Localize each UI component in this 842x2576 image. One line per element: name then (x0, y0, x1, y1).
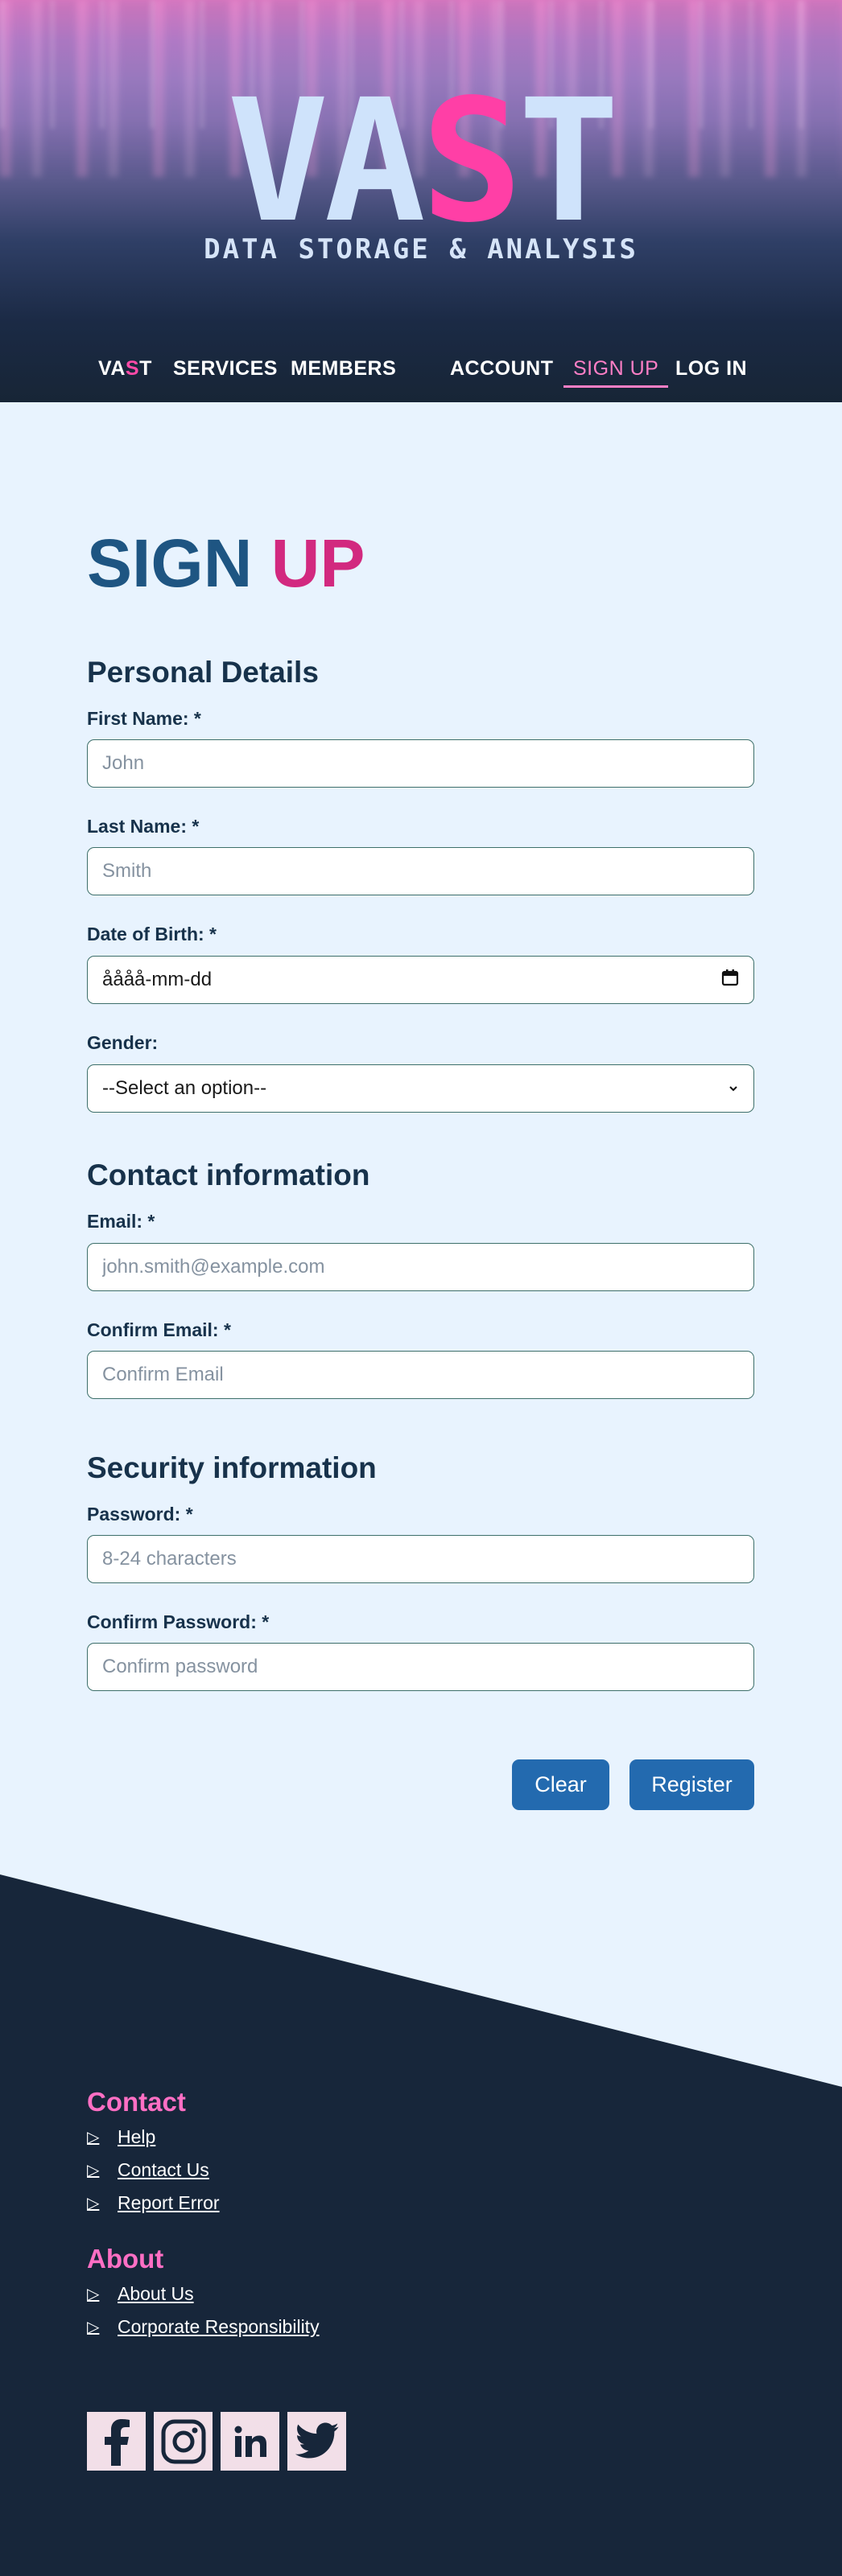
nav-home-text-accent: S (125, 357, 140, 380)
gender-selected-value: --Select an option-- (102, 1077, 267, 1099)
linkedin-icon[interactable] (221, 2412, 279, 2471)
site-tagline: DATA STORAGE & ANALYSIS (204, 233, 638, 265)
twitter-icon[interactable] (287, 2412, 346, 2471)
security-information-heading: Security information (87, 1451, 377, 1484)
calendar-icon[interactable] (721, 969, 739, 992)
logo-text-end: T (518, 63, 619, 260)
facebook-icon[interactable] (87, 2412, 146, 2471)
triangle-bullet-icon: ▷ (87, 2319, 100, 2336)
register-button[interactable]: Register (629, 1759, 754, 1810)
footer-link-contact-us[interactable]: ▷ Contact Us (87, 2159, 209, 2181)
nav-account-link[interactable]: ACCOUNT (450, 357, 554, 381)
nav-home-text-start: VA (98, 357, 126, 380)
password-input[interactable] (87, 1535, 754, 1583)
triangle-bullet-icon: ▷ (87, 2162, 100, 2179)
personal-details-heading: Personal Details (87, 656, 319, 689)
confirm-email-input[interactable] (87, 1351, 754, 1399)
nav-members-link[interactable]: MEMBERS (291, 357, 396, 381)
gender-label: Gender: (87, 1032, 159, 1053)
chevron-down-icon (728, 1077, 739, 1100)
nav-signup-link[interactable]: SIGN UP (563, 357, 669, 388)
logo-text-start: VA (227, 63, 426, 260)
dob-input[interactable]: åååå-mm-dd (87, 956, 754, 1004)
dob-value: åååå-mm-dd (102, 969, 213, 990)
triangle-bullet-icon: ▷ (87, 2195, 100, 2212)
footer-link-corporate-responsibility[interactable]: ▷ Corporate Responsibility (87, 2316, 320, 2338)
triangle-bullet-icon: ▷ (87, 2286, 100, 2303)
triangle-bullet-icon: ▷ (87, 2129, 100, 2146)
page-title: SIGN UP (87, 527, 365, 599)
footer-link-help[interactable]: ▷ Help (87, 2126, 155, 2148)
email-label: Email: * (87, 1211, 155, 1232)
email-input[interactable] (87, 1243, 754, 1291)
nav-login-link[interactable]: LOG IN (675, 357, 747, 381)
footer-contact-heading: Contact (87, 2087, 186, 2117)
password-label: Password: * (87, 1504, 193, 1525)
footer-background (0, 1874, 842, 2576)
site-header: VAST DATA STORAGE & ANALYSIS VAST SERVIC… (0, 0, 842, 402)
dob-label: Date of Birth: * (87, 924, 217, 944)
confirm-password-input[interactable] (87, 1643, 754, 1691)
clear-button[interactable]: Clear (512, 1759, 609, 1810)
footer-link-contact-us-text: Contact Us (118, 2159, 209, 2180)
first-name-input[interactable] (87, 739, 754, 788)
last-name-label: Last Name: * (87, 816, 200, 837)
footer-link-help-text: Help (118, 2126, 156, 2147)
footer-link-report-error[interactable]: ▷ Report Error (87, 2192, 220, 2214)
logo-text-accent: S (421, 63, 522, 260)
footer-link-report-error-text: Report Error (118, 2192, 220, 2213)
gender-select[interactable]: --Select an option-- (87, 1064, 754, 1113)
site-logo: VAST (0, 77, 842, 246)
nav-home-link[interactable]: VAST (98, 357, 152, 381)
page-title-start: SIGN (87, 525, 253, 601)
footer-link-corporate-responsibility-text: Corporate Responsibility (118, 2316, 320, 2337)
confirm-password-label: Confirm Password: * (87, 1611, 270, 1632)
last-name-input[interactable] (87, 847, 754, 895)
first-name-label: First Name: * (87, 708, 201, 729)
instagram-icon[interactable] (154, 2412, 213, 2471)
nav-home-text-end: T (139, 357, 152, 380)
page-title-accent: UP (270, 525, 365, 601)
confirm-email-label: Confirm Email: * (87, 1319, 231, 1340)
contact-information-heading: Contact information (87, 1158, 370, 1191)
footer-link-about-us-text: About Us (118, 2283, 194, 2304)
footer-about-heading: About (87, 2244, 164, 2274)
main-navigation: VAST SERVICES MEMBERS ACCOUNT SIGN UP LO… (0, 354, 842, 394)
nav-services-link[interactable]: SERVICES (173, 357, 278, 381)
footer-link-about-us[interactable]: ▷ About Us (87, 2283, 194, 2305)
